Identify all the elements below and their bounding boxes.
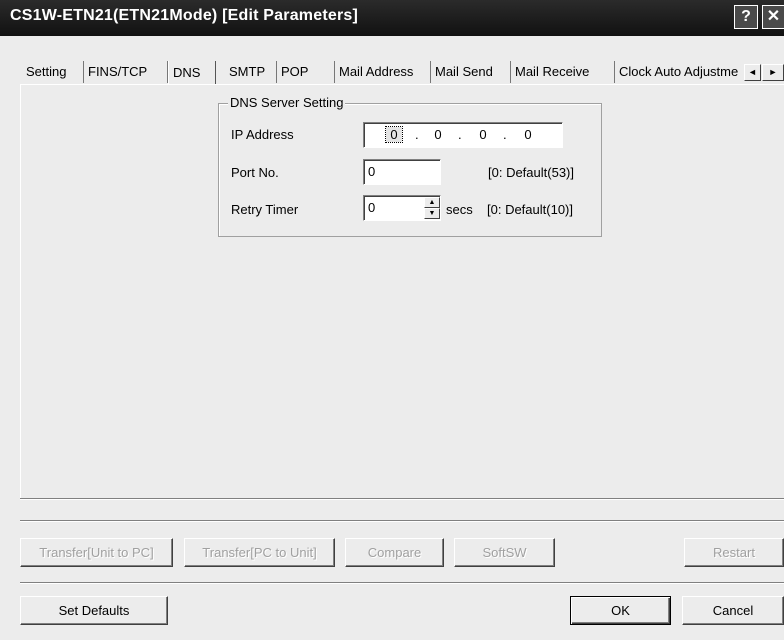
ip-octet-4[interactable]: 0 — [520, 127, 536, 142]
set-defaults-button[interactable]: Set Defaults — [20, 596, 168, 625]
tab-mail-address[interactable]: Mail Address — [335, 61, 431, 83]
softsw-button[interactable]: SoftSW — [454, 538, 555, 567]
ip-address-field[interactable]: 0 . 0 . 0 . 0 — [363, 122, 563, 148]
ip-dot: . — [458, 127, 462, 142]
retry-timer-input[interactable]: 0 ▲ ▼ — [363, 195, 441, 221]
tab-smtp[interactable]: SMTP — [225, 61, 277, 83]
tab-mail-receive[interactable]: Mail Receive — [511, 61, 615, 83]
close-button[interactable]: ✕ — [762, 5, 784, 29]
tab-mail-send[interactable]: Mail Send — [431, 61, 511, 83]
port-no-input[interactable]: 0 — [363, 159, 441, 185]
title-bar[interactable]: CS1W-ETN21(ETN21Mode) [Edit Parameters] … — [0, 0, 784, 36]
ok-button[interactable]: OK — [570, 596, 671, 625]
retry-default-hint: [0: Default(10)] — [487, 202, 573, 217]
ip-octet-3[interactable]: 0 — [475, 127, 491, 142]
tab-setting[interactable]: Setting — [22, 61, 84, 83]
port-default-hint: [0: Default(53)] — [488, 165, 574, 180]
ip-address-label: IP Address — [231, 127, 294, 142]
separator — [20, 582, 784, 584]
tab-strip: Setting FINS/TCP DNS SMTP POP Mail Addre… — [22, 61, 784, 84]
tab-dns[interactable]: DNS — [168, 61, 216, 84]
tab-pop[interactable]: POP — [277, 61, 335, 83]
separator — [20, 498, 784, 500]
transfer-unit-to-pc-button[interactable]: Transfer[Unit to PC] — [20, 538, 173, 567]
separator — [20, 520, 784, 522]
spin-down-icon[interactable]: ▼ — [424, 208, 440, 219]
tab-fins-tcp[interactable]: FINS/TCP — [84, 61, 168, 83]
retry-timer-value: 0 — [368, 200, 376, 215]
ip-dot: . — [503, 127, 507, 142]
ip-dot: . — [415, 127, 419, 142]
tab-scroll-left-icon[interactable]: ◄ — [744, 64, 761, 81]
retry-timer-label: Retry Timer — [231, 202, 299, 217]
cancel-button[interactable]: Cancel — [682, 596, 784, 625]
port-no-label: Port No. — [231, 165, 279, 180]
ip-octet-2[interactable]: 0 — [430, 127, 446, 142]
compare-button[interactable]: Compare — [345, 538, 444, 567]
restart-button[interactable]: Restart — [684, 538, 784, 567]
window-title: CS1W-ETN21(ETN21Mode) [Edit Parameters] — [10, 7, 358, 24]
group-title: DNS Server Setting — [228, 95, 346, 110]
tab-clock-auto-adjustment[interactable]: Clock Auto Adjustme — [615, 61, 755, 83]
spin-up-icon[interactable]: ▲ — [424, 197, 440, 208]
tab-scroll-right-icon[interactable]: ► — [762, 64, 784, 81]
retry-unit: secs — [446, 202, 473, 217]
ip-octet-1[interactable]: 0 — [385, 126, 403, 143]
help-button[interactable]: ? — [734, 5, 758, 29]
transfer-pc-to-unit-button[interactable]: Transfer[PC to Unit] — [184, 538, 335, 567]
